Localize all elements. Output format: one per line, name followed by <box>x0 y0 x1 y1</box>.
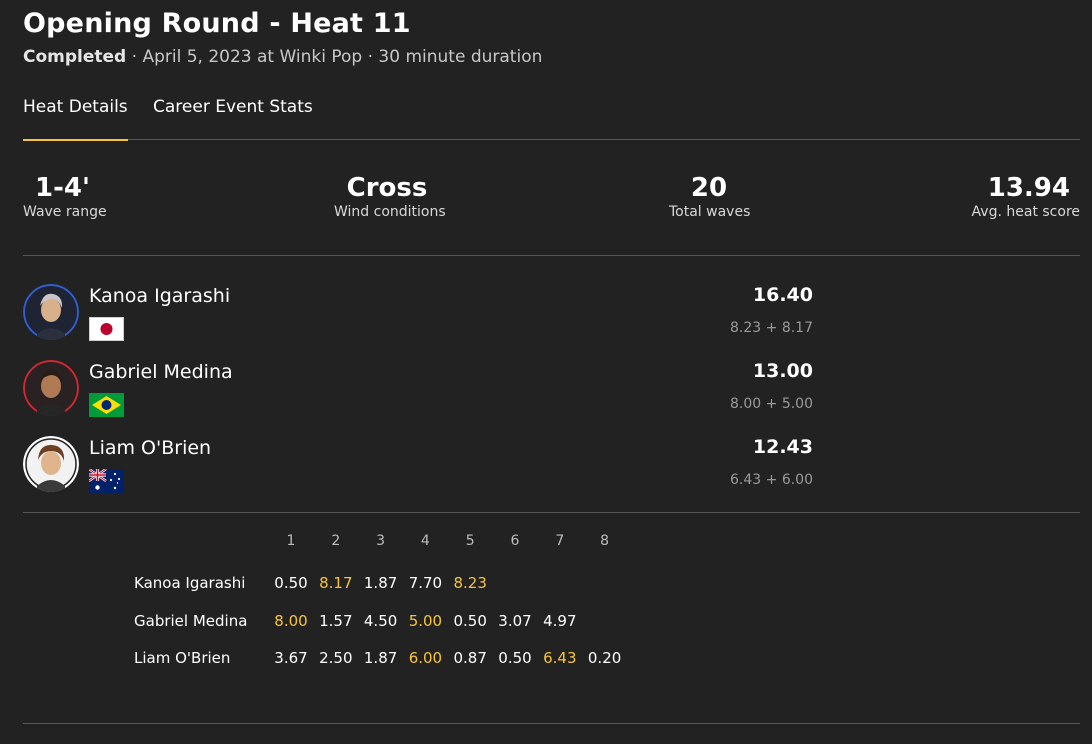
wave-score-cell: 2.50 <box>319 649 353 667</box>
heat-subtitle: Completed · April 5, 2023 at Winki Pop ·… <box>23 47 542 67</box>
avatar[interactable] <box>23 436 79 492</box>
surfer-row[interactable]: Liam O'Brien 12.43 6.43 + 6.00 <box>23 436 813 494</box>
page-title: Opening Round - Heat 11 <box>23 8 411 39</box>
wave-score-cell: 8.23 <box>453 574 487 592</box>
stat-total-waves: 20 Total waves <box>669 170 751 220</box>
wave-score-cell: 0.50 <box>274 574 308 592</box>
stat-label: Total waves <box>669 204 751 220</box>
wave-score-cell: 1.87 <box>363 649 398 667</box>
wave-number-header: 5 <box>465 533 475 549</box>
wave-score-cell: 8.17 <box>319 574 353 592</box>
wave-score-cell: 1.87 <box>363 574 398 592</box>
stat-value: Cross <box>346 173 428 203</box>
stat-wave-range: 1-4' Wave range <box>23 170 107 220</box>
wave-score-cell: 0.87 <box>453 649 487 667</box>
wave-row-surfer-name: Kanoa Igarashi <box>134 574 246 592</box>
japan-flag-icon <box>89 317 124 341</box>
wave-number-header: 6 <box>510 533 520 549</box>
tab-bar: Heat Details Career Event Stats <box>23 97 1080 141</box>
wave-score-cell: 0.20 <box>587 649 622 667</box>
stat-label: Avg. heat score <box>971 204 1080 220</box>
surfer-total-score: 12.43 <box>752 436 813 458</box>
wave-number-header: 1 <box>286 533 296 549</box>
stat-value: 13.94 <box>987 173 1070 203</box>
stat-value: 20 <box>690 173 728 203</box>
wave-score-cell: 1.57 <box>319 612 353 630</box>
wave-number-header: 3 <box>376 533 386 549</box>
surfer-best-waves: 8.00 + 5.00 <box>730 396 813 412</box>
wave-score-cell: 4.50 <box>363 612 398 630</box>
wave-score-cell: 5.00 <box>408 612 443 630</box>
wave-score-cell: 0.50 <box>498 649 532 667</box>
wave-score-cell: 6.43 <box>543 649 577 667</box>
surfer-name[interactable]: Kanoa Igarashi <box>89 285 230 307</box>
wave-row-surfer-name: Gabriel Medina <box>134 612 248 630</box>
wave-number-header: 8 <box>600 533 610 549</box>
wave-score-cell: 6.00 <box>408 649 443 667</box>
stat-wind-conditions: Cross Wind conditions <box>334 170 446 220</box>
stat-label: Wave range <box>23 204 107 220</box>
surfer-row[interactable]: Gabriel Medina 13.00 8.00 + 5.00 <box>23 360 813 418</box>
status-label: Completed <box>23 47 127 67</box>
surfer-name[interactable]: Gabriel Medina <box>89 361 233 383</box>
heat-stats: 1-4' Wave range Cross Wind conditions 20… <box>23 170 1080 256</box>
wave-number-header: 2 <box>331 533 341 549</box>
avatar[interactable] <box>23 284 79 340</box>
surfer-total-score: 16.40 <box>752 284 813 306</box>
surfer-row[interactable]: Kanoa Igarashi 16.40 8.23 + 8.17 <box>23 284 813 342</box>
wave-score-cell: 0.50 <box>453 612 487 630</box>
wave-number-header: 4 <box>420 533 430 549</box>
surfer-best-waves: 6.43 + 6.00 <box>730 472 813 488</box>
stat-value: 1-4' <box>35 173 90 203</box>
wave-row-surfer-name: Liam O'Brien <box>134 649 231 667</box>
stat-avg-heat-score: 13.94 Avg. heat score <box>972 170 1080 220</box>
wave-score-cell: 3.67 <box>274 649 308 667</box>
heat-details: · April 5, 2023 at Winki Pop · 30 minute… <box>126 47 543 67</box>
australia-flag-icon <box>88 468 124 493</box>
section-divider <box>23 512 1080 513</box>
wave-score-cell: 3.07 <box>498 612 532 630</box>
brazil-flag-icon <box>89 393 124 417</box>
wave-score-cell: 4.97 <box>543 612 577 630</box>
surfer-name[interactable]: Liam O'Brien <box>89 437 211 459</box>
wave-score-cell: 7.70 <box>408 574 443 592</box>
wave-number-header: 7 <box>555 533 565 549</box>
wave-score-cell: 8.00 <box>274 612 308 630</box>
surfer-total-score: 13.00 <box>752 360 813 382</box>
avatar[interactable] <box>23 360 79 416</box>
tab-career-event-stats[interactable]: Career Event Stats <box>153 97 313 140</box>
surfer-best-waves: 8.23 + 8.17 <box>730 320 813 336</box>
section-divider <box>23 723 1080 724</box>
stat-label: Wind conditions <box>334 204 446 220</box>
tab-heat-details[interactable]: Heat Details <box>23 97 128 141</box>
